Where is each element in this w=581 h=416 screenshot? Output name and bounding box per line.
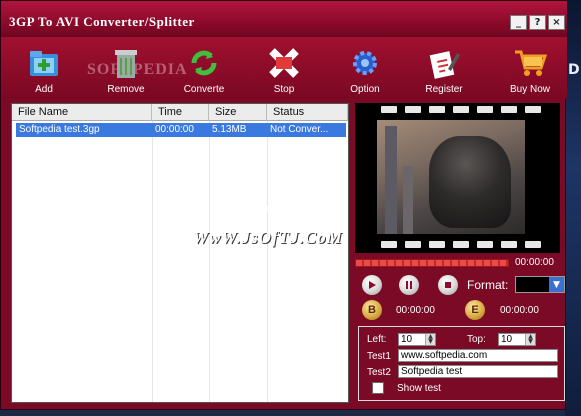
add-folder-icon [26, 45, 62, 81]
window-title: 3GP To AVI Converter/Splitter [9, 14, 195, 29]
column-divider [152, 121, 153, 402]
spinner-arrows-icon[interactable]: ▲ ▼ [525, 334, 535, 345]
test1-label: Test1 [367, 351, 391, 362]
convert-label: Converte [183, 84, 225, 95]
begin-mark-button[interactable]: B [362, 300, 382, 320]
option-button[interactable]: Option [330, 37, 400, 99]
show-test-label: Show test [397, 383, 441, 394]
column-time[interactable]: Time [152, 104, 209, 121]
film-strip-bottom [355, 241, 560, 251]
stop-icon [266, 45, 302, 81]
pause-button[interactable] [399, 275, 419, 295]
play-button[interactable] [362, 275, 382, 295]
stop-label: Stop [273, 84, 295, 95]
begin-time: 00:00:00 [396, 305, 435, 316]
chevron-down-icon[interactable]: ▼ [549, 277, 564, 292]
row-time: 00:00:00 [155, 124, 194, 135]
remove-label: Remove [107, 84, 145, 95]
row-file-name: Softpedia test.3gp [19, 124, 100, 135]
file-list-header: File Name Time Size Status [12, 104, 348, 121]
window-controls: _ ? × [510, 15, 565, 30]
minimize-button[interactable]: _ [510, 15, 527, 30]
stop-playback-button[interactable] [438, 275, 458, 295]
remove-button[interactable]: Remove [91, 37, 161, 99]
desktop-letter: D [568, 62, 580, 78]
buy-now-label: Buy Now [509, 84, 550, 95]
register-pen-icon [426, 45, 462, 81]
table-row[interactable]: Softpedia test.3gp 00:00:00 5.13MB Not C… [16, 123, 346, 137]
overlay-text: JSOFTJ.COM [245, 203, 324, 218]
convert-button[interactable]: Converte [169, 37, 239, 99]
top-label: Top: [467, 334, 486, 345]
top-value: 10 [501, 334, 513, 345]
gear-icon [347, 45, 383, 81]
column-divider [267, 121, 268, 402]
help-button[interactable]: ? [529, 15, 546, 30]
play-icon [369, 281, 376, 289]
column-status[interactable]: Status [267, 104, 348, 121]
video-preview [355, 103, 560, 253]
column-file-name[interactable]: File Name [12, 104, 152, 121]
title-bar[interactable]: 3GP To AVI Converter/Splitter _ ? × [1, 1, 567, 37]
add-label: Add [35, 84, 53, 95]
row-status: Not Conver... [270, 124, 329, 135]
stop-button[interactable]: Stop [249, 37, 319, 99]
top-spinner[interactable]: 10 ▲ ▼ [498, 333, 536, 346]
trash-icon [108, 45, 144, 81]
column-size[interactable]: Size [209, 104, 267, 121]
column-divider [209, 121, 210, 402]
format-select[interactable]: ▼ [515, 276, 565, 293]
film-strip-top [355, 106, 560, 116]
app-window: 3GP To AVI Converter/Splitter _ ? × SOFT… [0, 0, 567, 410]
overlay-url-text: WwW.JsOfTJ.CoM [193, 228, 343, 247]
left-label: Left: [367, 334, 387, 345]
show-test-checkbox[interactable] [372, 382, 384, 394]
register-label: Register [425, 84, 463, 95]
buy-now-button[interactable]: Buy Now [495, 37, 565, 99]
playback-time: 00:00:00 [515, 257, 554, 268]
register-button[interactable]: Register [409, 37, 479, 99]
video-frame [377, 120, 525, 234]
stop-square-icon [445, 282, 451, 288]
pause-icon [406, 281, 412, 289]
refresh-icon [186, 45, 222, 81]
spinner-arrows-icon[interactable]: ▲ ▼ [425, 334, 435, 345]
seek-bar[interactable] [355, 259, 509, 267]
left-spinner[interactable]: 10 ▲ ▼ [398, 333, 436, 346]
test2-field[interactable]: Softpedia test [398, 365, 558, 378]
file-list[interactable]: File Name Time Size Status Softpedia tes… [11, 103, 349, 403]
row-size: 5.13MB [212, 124, 247, 135]
format-label: Format: [467, 278, 509, 292]
test2-label: Test2 [367, 367, 391, 378]
cart-icon [512, 45, 548, 81]
option-label: Option [350, 84, 380, 95]
end-time: 00:00:00 [500, 305, 539, 316]
add-button[interactable]: Add [9, 37, 79, 99]
left-value: 10 [401, 334, 413, 345]
toolbar: SOFTPEDIA Add Remove Converte Stop Optio… [1, 37, 567, 99]
end-mark-button[interactable]: E [465, 300, 485, 320]
close-button[interactable]: × [548, 15, 565, 30]
test1-field[interactable]: www.softpedia.com [398, 349, 558, 362]
